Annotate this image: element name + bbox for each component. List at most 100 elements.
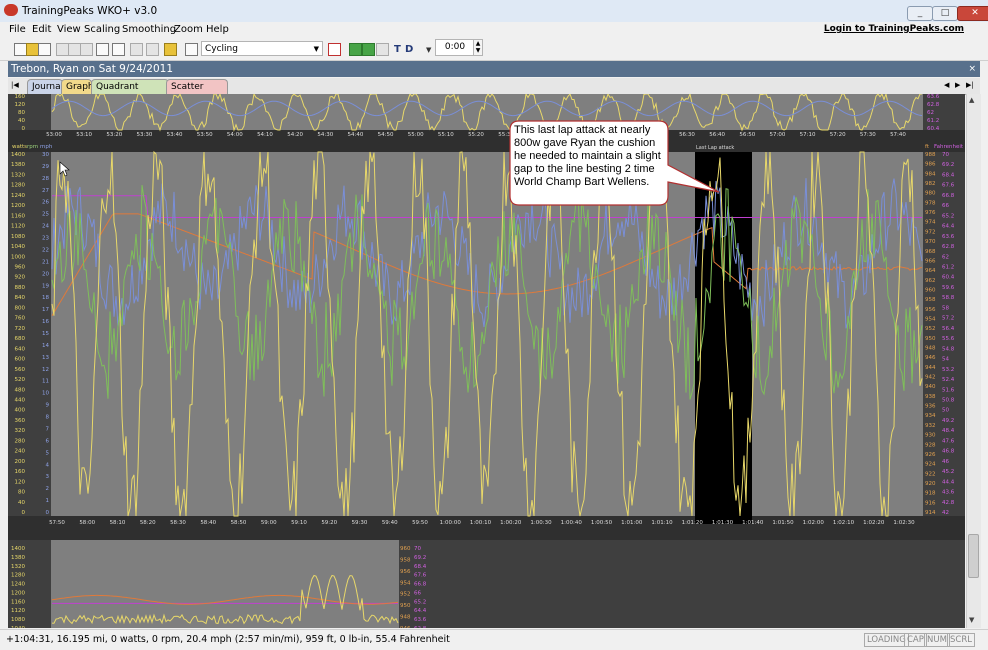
bottom-ft-tick: 952 <box>400 592 411 598</box>
no-edit-icon[interactable] <box>328 43 341 56</box>
next-tab-icon[interactable]: ▶ <box>955 81 960 89</box>
device-icon[interactable] <box>130 43 143 56</box>
prev-tab-icon[interactable]: ◀ <box>944 81 949 89</box>
vertical-scrollbar[interactable]: ▲ ▼ <box>966 94 981 628</box>
bottom-fahrenheit-tick: 69.2 <box>414 555 426 561</box>
view-tabs: |◀ Journal Graph Quadrant Analysis Scatt… <box>8 78 980 107</box>
status-loading: LOADING <box>864 633 909 647</box>
fahrenheit-tick: 54 <box>942 357 949 363</box>
time-spinner[interactable]: ▲ ▼ <box>473 39 483 56</box>
paste-icon[interactable] <box>80 43 93 56</box>
main-time-tick: 58:00 <box>79 520 95 526</box>
mph-tick: 2 <box>46 486 50 492</box>
menu-help[interactable]: Help <box>206 24 229 35</box>
ft-tick: 956 <box>925 307 936 313</box>
fahrenheit-tick: 58 <box>942 305 949 311</box>
watts-tick: 1000 <box>11 254 25 260</box>
mph-tick: 13 <box>42 355 49 361</box>
watts-tick: 120 <box>15 479 26 485</box>
mph-unit-label: mph <box>40 144 53 150</box>
menu-zoom[interactable]: Zoom <box>174 24 203 35</box>
mph-tick: 22 <box>42 247 49 253</box>
sport-select[interactable]: Cycling ▼ <box>201 41 323 56</box>
fahrenheit-tick: 61.2 <box>942 265 954 271</box>
tab-journal[interactable]: Journal <box>27 79 63 94</box>
mph-tick: 11 <box>42 379 49 385</box>
fahrenheit-tick: 53.2 <box>942 367 954 373</box>
help-icon[interactable] <box>164 43 177 56</box>
top-watts-tick: 0 <box>22 126 26 132</box>
last-page-icon[interactable]: ▶| <box>966 81 974 89</box>
top-time-tick: 53:20 <box>106 132 122 138</box>
scroll-down-icon[interactable]: ▼ <box>969 616 974 624</box>
top-watts-tick: 40 <box>18 118 25 124</box>
export-icon[interactable] <box>112 43 125 56</box>
mph-tick: 25 <box>42 212 49 218</box>
close-button[interactable]: ✕ <box>957 6 988 21</box>
top-watts-tick: 160 <box>15 94 26 100</box>
watts-tick: 1280 <box>11 183 25 189</box>
main-time-tick: 1:00:10 <box>470 520 492 526</box>
scroll-thumb[interactable] <box>968 534 979 578</box>
login-link[interactable]: Login to TrainingPeaks.com <box>824 24 964 34</box>
range-select-icon[interactable] <box>349 43 362 56</box>
watts-tick: 1200 <box>11 203 25 209</box>
fahrenheit-tick: 58.8 <box>942 295 955 301</box>
ft-tick: 978 <box>925 200 936 206</box>
mph-tick: 28 <box>42 176 49 182</box>
top-time-tick: 53:00 <box>46 132 62 138</box>
ft-tick: 926 <box>925 452 936 458</box>
mph-tick: 16 <box>42 319 49 325</box>
bottom-fahrenheit-tick: 66.8 <box>414 582 427 588</box>
sort-icon[interactable] <box>376 43 389 56</box>
mph-tick: 4 <box>46 462 50 468</box>
bottom-watts-tick: 1080 <box>11 617 25 623</box>
menu-view[interactable]: View <box>57 24 81 35</box>
fahrenheit-tick: 42.8 <box>942 500 955 506</box>
main-time-tick: 58:40 <box>200 520 216 526</box>
watts-tick: 160 <box>15 469 26 475</box>
watts-tick: 680 <box>15 336 26 342</box>
ft-tick: 936 <box>925 404 936 410</box>
first-page-icon[interactable]: |◀ <box>11 81 19 89</box>
tab-graph[interactable]: Graph <box>61 79 94 94</box>
bottom-ft-tick: 958 <box>400 557 411 563</box>
save-icon[interactable] <box>38 43 51 56</box>
bottom-fahrenheit-tick: 68.4 <box>414 564 427 570</box>
dropdown-arrow-icon[interactable]: ▼ <box>426 46 431 54</box>
workout-graph[interactable]: Last Lap attackwatts rpm mph ft Fahrenheit14… <box>8 94 965 628</box>
mph-tick: 7 <box>46 426 50 432</box>
tab-scatter-graph[interactable]: Scatter Graph <box>166 79 228 107</box>
time-offset-field[interactable]: 0:00 <box>435 39 475 56</box>
stop-icon[interactable] <box>146 43 159 56</box>
lap-icon[interactable] <box>362 43 375 56</box>
watts-tick: 240 <box>15 449 26 455</box>
bottom-fahrenheit-tick: 64.4 <box>414 608 427 614</box>
main-time-tick: 59:20 <box>321 520 337 526</box>
menu-scaling[interactable]: Scaling <box>84 24 120 35</box>
scroll-up-icon[interactable]: ▲ <box>969 96 974 104</box>
ft-tick: 976 <box>925 210 936 216</box>
tab-quadrant-analysis[interactable]: Quadrant Analysis <box>91 79 169 107</box>
close-workout-icon[interactable]: × <box>968 61 976 77</box>
watts-tick: 40 <box>18 500 25 506</box>
fahrenheit-tick: 54.8 <box>942 346 955 352</box>
window-icon[interactable] <box>185 43 198 56</box>
title-bar: TrainingPeaks WKO+ v3.0 _ □ ✕ <box>0 0 988 22</box>
top-time-tick: 54:30 <box>317 132 333 138</box>
fahrenheit-tick: 70 <box>942 152 949 158</box>
ft-tick: 964 <box>925 268 936 274</box>
mph-tick: 26 <box>42 200 49 206</box>
maximize-button[interactable]: □ <box>932 6 958 21</box>
menu-edit[interactable]: Edit <box>32 24 51 35</box>
fahrenheit-tick: 49.2 <box>942 418 954 424</box>
time-axis-toggle[interactable]: T <box>394 44 401 55</box>
menu-file[interactable]: File <box>9 24 26 35</box>
print-icon[interactable] <box>96 43 109 56</box>
distance-axis-toggle[interactable]: D <box>405 44 413 55</box>
menu-smoothing[interactable]: Smoothing <box>122 24 176 35</box>
ft-tick: 930 <box>925 433 936 439</box>
watts-tick: 1120 <box>11 224 25 230</box>
minimize-button[interactable]: _ <box>907 6 933 21</box>
main-time-tick: 59:50 <box>412 520 428 526</box>
